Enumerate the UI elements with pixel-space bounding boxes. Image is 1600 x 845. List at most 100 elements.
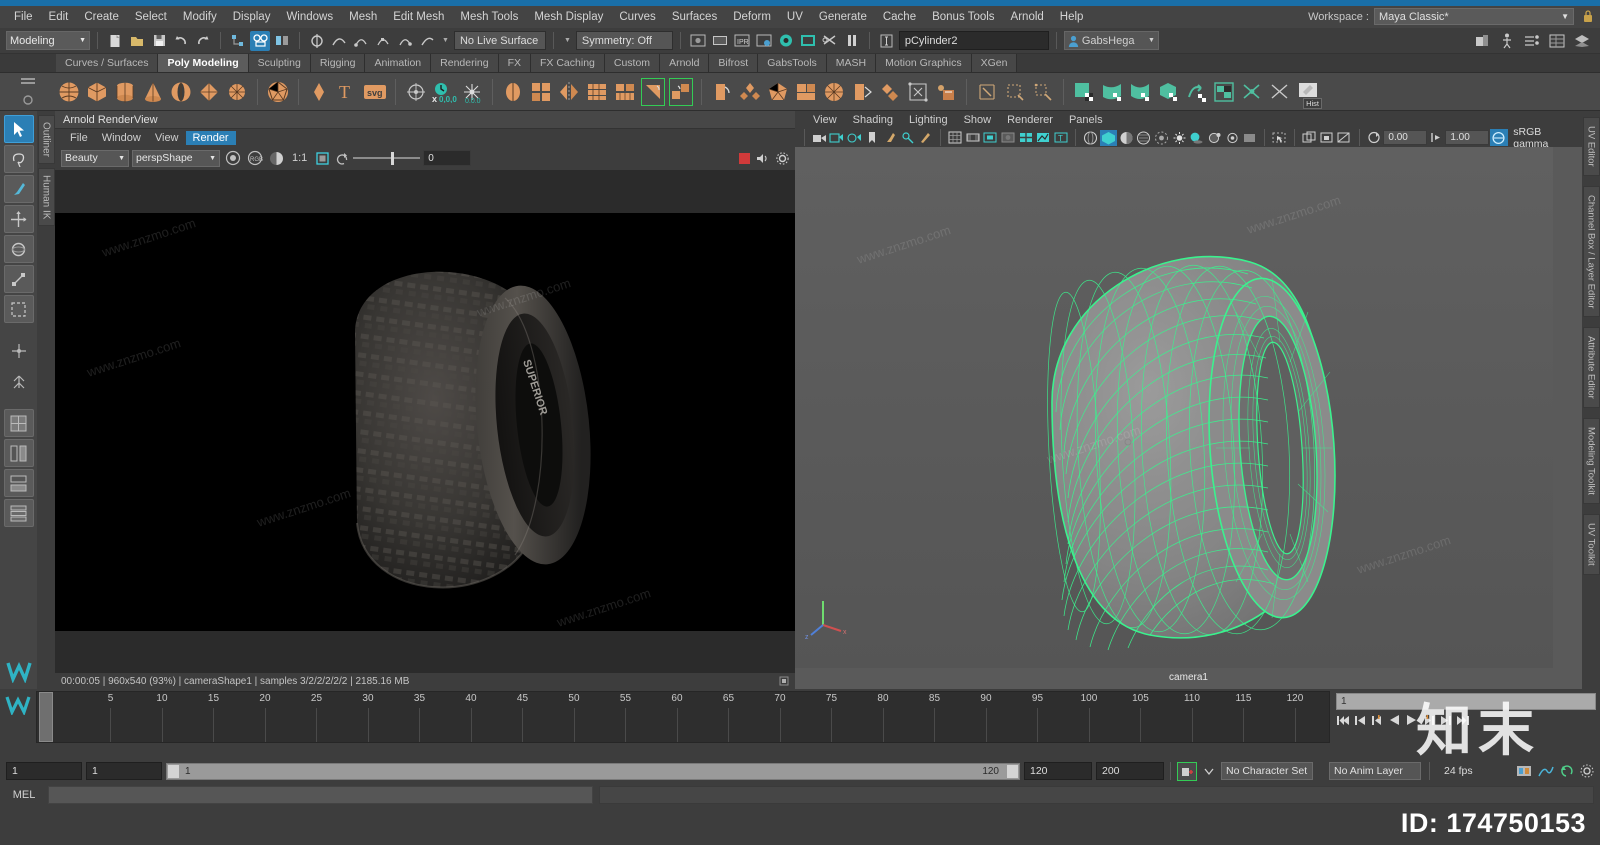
anim-layer-selector[interactable]: No Anim Layer <box>1329 762 1421 780</box>
menu-cache[interactable]: Cache <box>875 9 924 25</box>
chamfer-vertex-icon[interactable] <box>793 77 819 107</box>
snapshot-icon[interactable] <box>1336 130 1353 146</box>
shelf-tab-mash[interactable]: MASH <box>826 54 877 72</box>
use-lights-icon[interactable] <box>1171 130 1188 146</box>
combine-mesh-icon[interactable] <box>500 77 526 107</box>
render-settings-window-icon[interactable] <box>754 31 774 51</box>
rail-tab-uv-toolkit[interactable]: UV Toolkit <box>1582 514 1600 575</box>
redo-button[interactable] <box>193 31 213 51</box>
shadows-icon[interactable] <box>1188 130 1205 146</box>
bookmark-icon[interactable] <box>864 130 881 146</box>
toggle-xray-icon[interactable] <box>820 31 840 51</box>
menu-generate[interactable]: Generate <box>811 9 875 25</box>
manipulator-tool-button[interactable] <box>4 367 34 395</box>
smooth-shading-icon[interactable] <box>1100 129 1117 146</box>
rv-menu-window[interactable]: Window <box>95 131 148 145</box>
user-selector[interactable]: GabsHega ▼ <box>1063 31 1159 50</box>
type-tool-icon[interactable]: T <box>334 77 360 107</box>
select-by-hierarchy-button[interactable] <box>228 31 248 51</box>
command-language-label[interactable]: MEL <box>6 789 42 801</box>
current-time-indicator[interactable] <box>39 692 53 742</box>
poly-plane-icon[interactable] <box>196 77 222 107</box>
ao-icon[interactable] <box>1206 130 1223 146</box>
vp-menu-renderer[interactable]: Renderer <box>999 113 1061 127</box>
menu-display[interactable]: Display <box>225 9 279 25</box>
vp-menu-shading[interactable]: Shading <box>845 113 901 127</box>
menu-edit-mesh[interactable]: Edit Mesh <box>385 9 452 25</box>
color-management-icon[interactable] <box>1489 129 1509 146</box>
undo-button[interactable] <box>171 31 191 51</box>
isolate-select-icon[interactable] <box>1271 130 1288 146</box>
shelf-tab-xgen[interactable]: XGen <box>971 54 1018 72</box>
poly-torus-icon[interactable] <box>168 77 194 107</box>
detach-components-icon[interactable] <box>905 77 931 107</box>
target-weld-icon[interactable] <box>974 77 1000 107</box>
camera-icon[interactable] <box>811 130 828 146</box>
uv-automatic-icon[interactable] <box>1155 77 1181 107</box>
uv-cut-icon[interactable] <box>1239 77 1265 107</box>
copy-view-icon[interactable] <box>1301 130 1318 146</box>
shelf-tab-sculpting[interactable]: Sculpting <box>248 54 311 72</box>
snap-to-view-plane-button[interactable] <box>395 31 415 51</box>
image-plane-icon[interactable] <box>882 130 899 146</box>
motion-blur-icon[interactable] <box>1224 130 1241 146</box>
go-to-end-button[interactable] <box>1455 713 1469 727</box>
layout-four-button[interactable] <box>3 499 34 527</box>
near-clip-icon[interactable] <box>1366 130 1383 146</box>
shelf-tab-gabstools[interactable]: GabsTools <box>758 54 827 72</box>
camera-selector[interactable]: perspShape ▼ <box>132 149 220 167</box>
lasso-tool-button[interactable] <box>3 145 34 173</box>
uv-spherical-icon[interactable] <box>1127 77 1153 107</box>
render-settings-icon[interactable] <box>688 31 708 51</box>
menu-arnold[interactable]: Arnold <box>1003 9 1052 25</box>
menu-modify[interactable]: Modify <box>175 9 225 25</box>
chevron-down-icon[interactable]: ▼ <box>442 37 449 44</box>
render-sequence-icon[interactable] <box>710 31 730 51</box>
time-slider[interactable]: 5 10 15 20 25 30 35 40 45 50 55 60 65 70 75 80 85 90 95 100… <box>36 691 1330 743</box>
menu-bonus-tools[interactable]: Bonus Tools <box>924 9 1002 25</box>
command-output-field[interactable] <box>599 786 1594 804</box>
menu-help[interactable]: Help <box>1052 9 1092 25</box>
gear-icon[interactable] <box>776 151 789 165</box>
aov-selector[interactable]: Beauty ▼ <box>61 149 129 167</box>
layers-icon[interactable] <box>1572 31 1592 51</box>
exposure-reset-icon[interactable] <box>335 151 350 166</box>
snap-to-projected-button[interactable] <box>373 31 393 51</box>
exposure-toggle-icon[interactable] <box>1017 130 1034 146</box>
ipr-render-icon[interactable]: IPR <box>732 31 752 51</box>
resolution-gate-icon[interactable] <box>982 130 999 146</box>
smooth-mesh-icon[interactable] <box>584 77 610 107</box>
menu-mesh-tools[interactable]: Mesh Tools <box>452 9 526 25</box>
texture-toggle-icon[interactable] <box>1153 130 1170 146</box>
shelf-tab-curves-surfaces[interactable]: Curves / Surfaces <box>56 54 159 72</box>
gamma-toggle-icon[interactable] <box>1035 130 1052 146</box>
rv-menu-render[interactable]: Render <box>185 130 236 145</box>
paste-view-icon[interactable] <box>1318 130 1335 146</box>
construction-history-icon[interactable]: Hist <box>1295 77 1322 109</box>
rail-tab-human-ik[interactable]: Human IK <box>37 168 55 227</box>
rail-tab-outliner[interactable]: Outliner <box>37 115 55 165</box>
bevel-mesh-icon[interactable] <box>640 77 666 107</box>
menu-mesh-display[interactable]: Mesh Display <box>526 9 611 25</box>
shelf-tab-animation[interactable]: Animation <box>365 54 432 72</box>
textured-icon[interactable] <box>1135 130 1152 146</box>
play-backwards-button[interactable] <box>1387 713 1401 727</box>
rv-menu-file[interactable]: File <box>63 131 95 145</box>
attribute-editor-icon[interactable] <box>1522 31 1542 51</box>
shelf-tab-arnold[interactable]: Arnold <box>660 54 710 72</box>
rail-tab-channel-box[interactable]: Channel Box / Layer Editor <box>1582 185 1600 318</box>
make-live-button[interactable] <box>417 31 437 51</box>
svg-tool-icon[interactable]: svg <box>362 77 388 107</box>
uv-cylindrical-icon[interactable] <box>1099 77 1125 107</box>
uv-planar-icon[interactable] <box>1071 77 1097 107</box>
poly-platonic-icon[interactable] <box>265 77 291 107</box>
vp-menu-panels[interactable]: Panels <box>1061 113 1111 127</box>
soft-select-tool-button[interactable] <box>3 295 34 323</box>
film-gate-icon[interactable] <box>964 130 981 146</box>
graph-editor-icon[interactable] <box>1538 764 1554 778</box>
menu-set-selector[interactable]: Modeling ▼ <box>6 31 90 50</box>
average-vertices-icon[interactable] <box>821 77 847 107</box>
near-clip-field[interactable]: 0.00 <box>1383 130 1427 145</box>
prev-key-button[interactable] <box>1370 713 1384 727</box>
hypershade-icon[interactable] <box>776 31 796 51</box>
